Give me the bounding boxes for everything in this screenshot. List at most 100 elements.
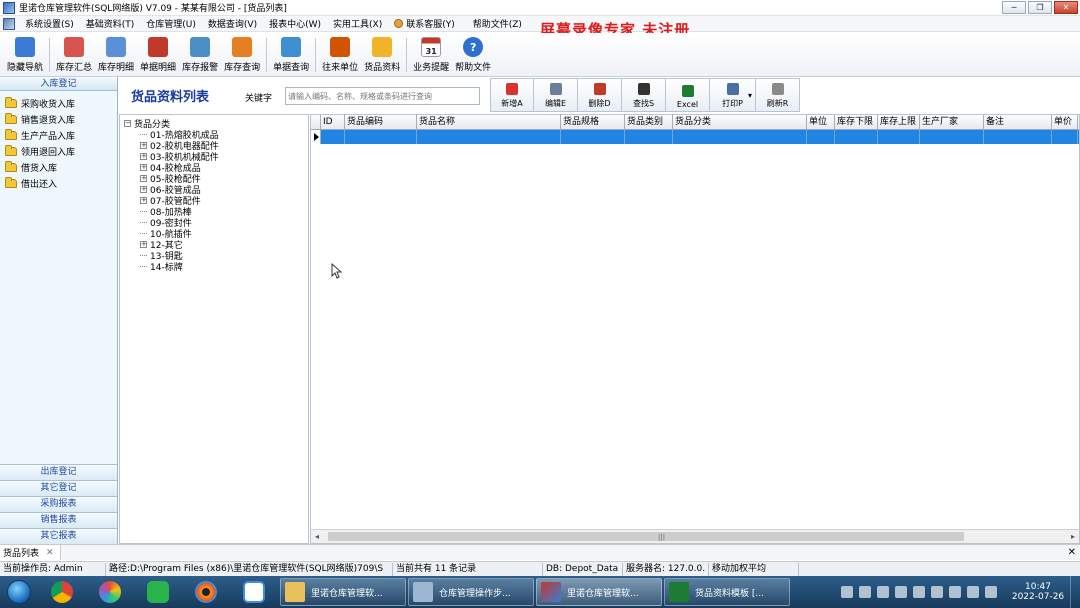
taskbar-task-notepad[interactable]: 仓库管理操作步...	[408, 578, 534, 606]
column-header[interactable]: 货品编码	[345, 115, 417, 129]
expand-icon[interactable]: +	[140, 142, 147, 149]
menu-reports[interactable]: 报表中心(W)	[263, 17, 327, 30]
table-row[interactable]	[311, 130, 1079, 144]
expand-icon[interactable]: +	[140, 186, 147, 193]
edit-button[interactable]: 编辑E	[534, 78, 578, 112]
grid-cell[interactable]	[984, 130, 1052, 144]
network-signal-icon[interactable]	[967, 586, 979, 598]
grid-cell[interactable]	[561, 130, 625, 144]
refresh-button[interactable]: 刷新R	[756, 78, 800, 112]
column-header[interactable]: 库存下限	[835, 115, 878, 129]
sidebar-item-requisition-return[interactable]: 领用退回入库	[0, 143, 117, 159]
column-header[interactable]: 库存上限	[878, 115, 920, 129]
scrollbar-thumb[interactable]: |||	[328, 532, 964, 541]
toolbar-business-reminder-button[interactable]: 31 业务提醒	[410, 34, 452, 76]
taskbar-network-app[interactable]	[230, 577, 278, 607]
column-header[interactable]: ID	[321, 115, 345, 129]
menu-warehouse[interactable]: 仓库管理(U)	[140, 17, 202, 30]
close-all-tabs-icon[interactable]: ✕	[1068, 547, 1076, 558]
grid-cell[interactable]	[1052, 130, 1078, 144]
menu-help[interactable]: 帮助文件(Z)	[467, 17, 528, 30]
grid-cell[interactable]	[673, 130, 807, 144]
close-button[interactable]: ✕	[1054, 1, 1078, 14]
sidebar-item-borrow-in[interactable]: 借货入库	[0, 159, 117, 175]
search-input[interactable]	[285, 87, 480, 105]
grid-cell[interactable]	[417, 130, 561, 144]
menu-data-query[interactable]: 数据查询(V)	[202, 17, 263, 30]
collapse-icon[interactable]: −	[124, 120, 131, 127]
print-button[interactable]: 打印P	[710, 78, 756, 112]
tray-app-icon[interactable]	[859, 586, 871, 598]
column-header[interactable]: 货品名称	[417, 115, 561, 129]
toolbar-inventory-summary-button[interactable]: 库存汇总	[53, 34, 95, 76]
tray-app-icon[interactable]	[877, 586, 889, 598]
expand-icon[interactable]: +	[140, 241, 147, 248]
sidebar-header-stock-in[interactable]: 入库登记	[0, 77, 117, 91]
tray-app-icon[interactable]	[913, 586, 925, 598]
add-button[interactable]: 新增A	[490, 78, 534, 112]
menu-contact-support[interactable]: 联系客服(Y)	[388, 17, 461, 30]
menu-tools[interactable]: 实用工具(X)	[327, 17, 388, 30]
sidebar-nav-sales-report[interactable]: 销售报表	[0, 512, 117, 528]
column-header[interactable]: 单位	[807, 115, 835, 129]
keyboard-icon[interactable]	[841, 586, 853, 598]
toolbar-document-search-button[interactable]: 单据查询	[270, 34, 312, 76]
mdi-child-icon[interactable]	[3, 17, 15, 30]
sidebar-nav-purchase-report[interactable]: 采购报表	[0, 496, 117, 512]
sidebar-item-production-in[interactable]: 生产产品入库	[0, 127, 117, 143]
grid-cell[interactable]	[878, 130, 920, 144]
volume-icon[interactable]	[985, 586, 997, 598]
tray-app-icon[interactable]	[949, 586, 961, 598]
column-header[interactable]: 生产厂家	[920, 115, 984, 129]
expand-icon[interactable]: +	[140, 175, 147, 182]
taskbar-task-excel[interactable]: 货品资料模板 [...	[664, 578, 790, 606]
grid-cell[interactable]	[321, 130, 345, 144]
sidebar-item-lend-return[interactable]: 借出还入	[0, 175, 117, 191]
sidebar-nav-stock-out[interactable]: 出库登记	[0, 464, 117, 480]
menu-system-settings[interactable]: 系统设置(S)	[19, 17, 80, 30]
taskbar-browser[interactable]	[86, 577, 134, 607]
taskbar-task-depot-app[interactable]: 里诺仓库管理软...	[536, 578, 662, 606]
start-button[interactable]	[0, 576, 38, 608]
taskbar-iqiyi[interactable]	[134, 577, 182, 607]
tab-close-icon[interactable]: ✕	[46, 548, 54, 558]
toolbar-goods-button[interactable]: 货品资料	[361, 34, 403, 76]
expand-icon[interactable]: +	[140, 164, 147, 171]
toolbar-hide-nav-button[interactable]: 隐藏导航	[4, 34, 46, 76]
expand-icon[interactable]: +	[140, 153, 147, 160]
tray-app-icon[interactable]	[931, 586, 943, 598]
delete-button[interactable]: 删除D	[578, 78, 622, 112]
menu-basic-data[interactable]: 基础资料(T)	[80, 17, 141, 30]
toolbar-stock-alarm-button[interactable]: 库存报警	[179, 34, 221, 76]
toolbar-partners-button[interactable]: 往来单位	[319, 34, 361, 76]
sidebar-item-purchase-receipt[interactable]: 采购收货入库	[0, 95, 117, 111]
tray-app-icon[interactable]	[895, 586, 907, 598]
toolbar-inventory-detail-button[interactable]: 库存明细	[95, 34, 137, 76]
column-header[interactable]: 货品规格	[561, 115, 625, 129]
column-header[interactable]: 备注	[984, 115, 1052, 129]
find-button[interactable]: 查找S	[622, 78, 666, 112]
taskbar-task-explorer[interactable]: 里诺仓库管理软...	[280, 578, 406, 606]
sidebar-nav-other-report[interactable]: 其它报表	[0, 528, 117, 544]
restore-button[interactable]: ❐	[1028, 1, 1052, 14]
minimize-button[interactable]: ─	[1002, 1, 1026, 14]
column-header[interactable]: 货品类别	[625, 115, 673, 129]
taskbar-media[interactable]	[182, 577, 230, 607]
tab-goods-list[interactable]: 货品列表 ✕	[0, 545, 61, 560]
tree-node[interactable]: 14-标牌	[124, 261, 308, 273]
system-clock[interactable]: 10:47 2022-07-26	[1006, 582, 1070, 602]
expand-icon[interactable]: +	[140, 197, 147, 204]
toolbar-stock-query-button[interactable]: 库存查询	[221, 34, 263, 76]
sidebar-item-sales-return[interactable]: 销售退货入库	[0, 111, 117, 127]
toolbar-document-detail-button[interactable]: 单据明细	[137, 34, 179, 76]
column-header[interactable]: 货品分类	[673, 115, 807, 129]
grid-cell[interactable]	[920, 130, 984, 144]
taskbar-chrome[interactable]	[38, 577, 86, 607]
grid-cell[interactable]	[345, 130, 417, 144]
grid-cell[interactable]	[807, 130, 835, 144]
grid-cell[interactable]	[625, 130, 673, 144]
sidebar-nav-other-register[interactable]: 其它登记	[0, 480, 117, 496]
toolbar-help-button[interactable]: ? 帮助文件	[452, 34, 494, 76]
grid-cell[interactable]	[835, 130, 878, 144]
column-header[interactable]: 单价	[1052, 115, 1078, 129]
